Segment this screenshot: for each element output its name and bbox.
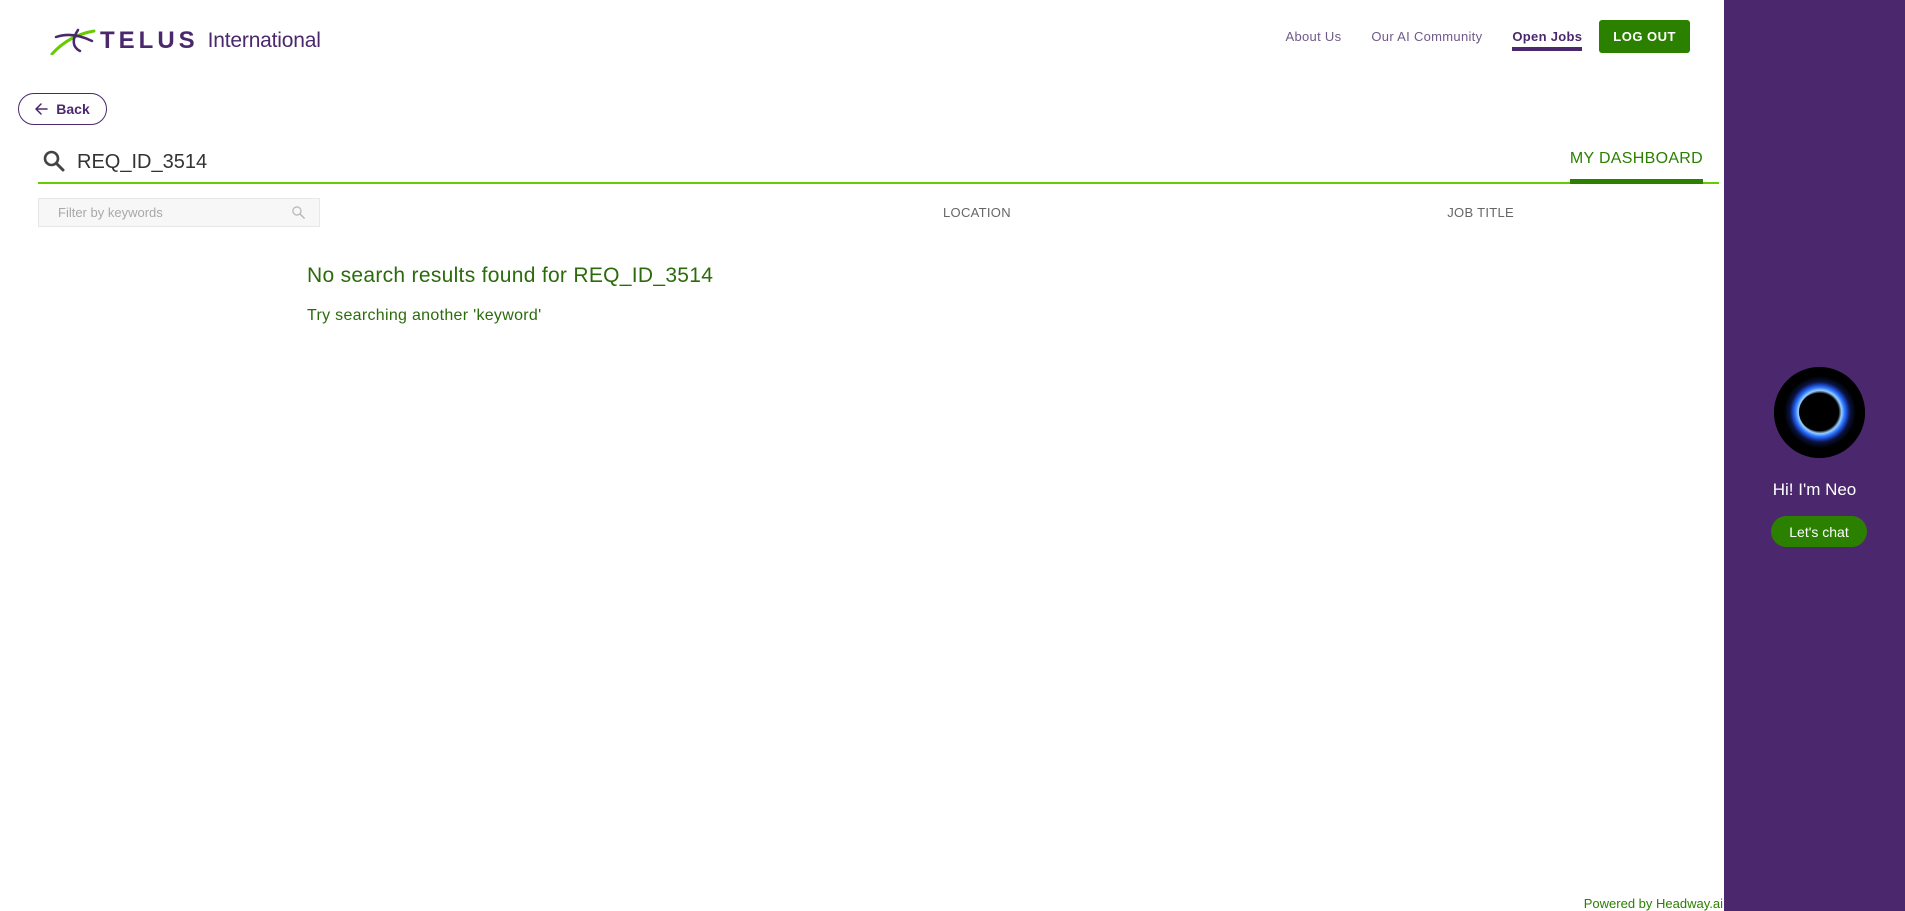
telus-logo-icon <box>50 27 96 55</box>
lets-chat-button[interactable]: Let's chat <box>1771 516 1867 547</box>
tab-my-dashboard[interactable]: MY DASHBOARD <box>1569 146 1703 184</box>
search-input[interactable] <box>75 150 875 175</box>
column-header-location[interactable]: LOCATION <box>943 205 1011 220</box>
back-button-label: Back <box>56 101 90 117</box>
powered-by-link[interactable]: Powered by Headway.ai <box>1584 896 1723 911</box>
back-button[interactable]: Back <box>18 93 107 125</box>
search-icon[interactable] <box>42 149 66 178</box>
logo-sub-text: International <box>207 29 321 52</box>
search-bar: MY DASHBOARD <box>38 146 1719 184</box>
main-content: TELUS International About Us Our AI Comm… <box>0 0 1724 911</box>
keyword-filter-input[interactable] <box>56 204 276 221</box>
top-nav: About Us Our AI Community Open Jobs LOG … <box>1286 20 1690 53</box>
neo-greeting: Hi! I'm Neo <box>1772 480 1857 499</box>
arrow-left-icon <box>35 103 49 115</box>
keyword-filter <box>38 198 320 227</box>
logo-brand-text: TELUS <box>100 27 199 54</box>
no-results-hint: Try searching another 'keyword' <box>307 307 542 324</box>
nav-ai-community[interactable]: Our AI Community <box>1371 29 1482 44</box>
telus-logo[interactable]: TELUS International <box>50 26 321 56</box>
nav-about-us[interactable]: About Us <box>1286 29 1342 44</box>
chat-side-panel: Hi! I'm Neo Let's chat <box>1724 0 1905 911</box>
nav-open-jobs[interactable]: Open Jobs <box>1512 29 1583 51</box>
no-results-title: No search results found for REQ_ID_3514 <box>307 264 714 287</box>
column-header-job-title[interactable]: JOB TITLE <box>1447 205 1514 220</box>
filter-search-icon[interactable] <box>291 205 306 225</box>
logout-button[interactable]: LOG OUT <box>1599 20 1690 53</box>
neo-avatar-icon[interactable] <box>1774 367 1865 458</box>
